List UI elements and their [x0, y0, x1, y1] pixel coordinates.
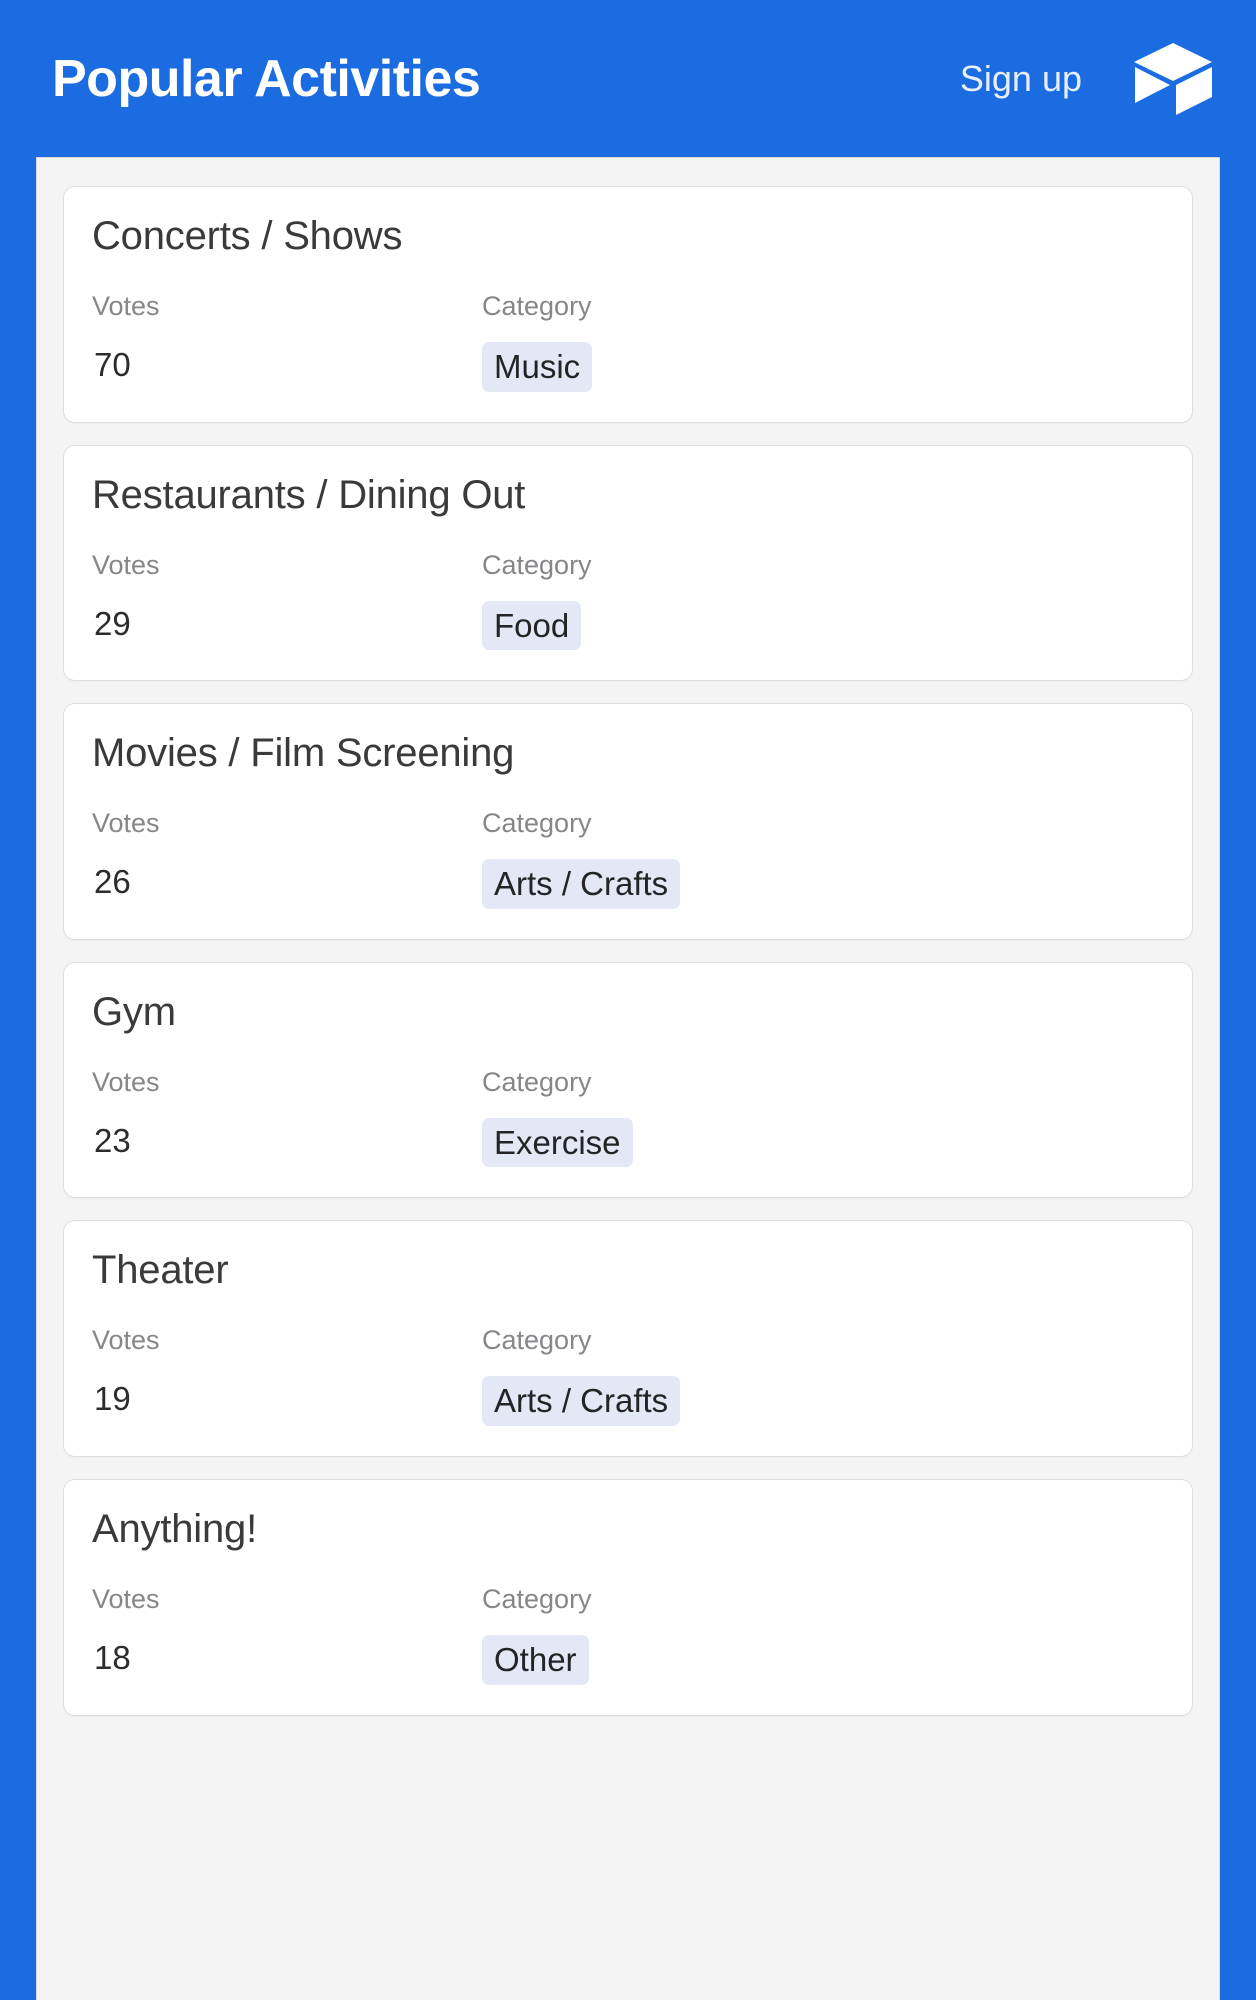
category-field: Category Other — [482, 1583, 1164, 1685]
category-badge: Other — [482, 1634, 589, 1685]
page-title: Popular Activities — [52, 49, 481, 108]
category-badge: Food — [482, 600, 582, 651]
sign-up-button[interactable]: Sign up — [960, 60, 1082, 97]
category-label: Category — [482, 1325, 592, 1356]
votes-field: Votes 26 — [92, 810, 482, 905]
activity-card[interactable]: Movies / Film Screening Votes 26 Categor… — [63, 703, 1193, 940]
votes-value: 70 — [94, 346, 131, 383]
category-label: Category — [482, 808, 592, 839]
votes-label: Votes — [92, 1066, 160, 1097]
votes-field: Votes 19 — [92, 1327, 482, 1422]
app-header: Popular Activities Sign up — [0, 0, 1256, 157]
category-label: Category — [482, 1066, 592, 1097]
votes-field: Votes 23 — [92, 1066, 482, 1164]
votes-label: Votes — [92, 808, 160, 839]
votes-value: 18 — [94, 1638, 131, 1676]
category-label: Category — [482, 549, 592, 580]
category-badge: Exercise — [482, 1117, 633, 1168]
votes-label: Votes — [92, 1583, 160, 1614]
activity-card[interactable]: Concerts / Shows Votes 70 Category Music — [63, 186, 1193, 423]
activity-title: Restaurants / Dining Out — [92, 472, 526, 517]
activity-card[interactable]: Anything! Votes 18 Category Other — [63, 1478, 1193, 1716]
activity-list-panel: Concerts / Shows Votes 70 Category Music… — [36, 157, 1220, 2000]
category-label: Category — [482, 1583, 592, 1614]
votes-field: Votes 70 — [92, 293, 482, 388]
content-area: Concerts / Shows Votes 70 Category Music… — [0, 157, 1256, 2000]
activity-title: Movies / Film Screening — [92, 731, 515, 776]
votes-label: Votes — [92, 1325, 160, 1356]
category-field: Category Food — [482, 549, 1164, 651]
votes-field: Votes 18 — [92, 1583, 482, 1681]
category-field: Category Exercise — [482, 1066, 1164, 1168]
votes-label: Votes — [92, 549, 160, 580]
activity-title: Concerts / Shows — [92, 214, 403, 258]
activity-fields: Votes 18 Category Other — [92, 1583, 1164, 1685]
activity-title: Anything! — [92, 1506, 257, 1551]
activity-card[interactable]: Gym Votes 23 Category Exercise — [63, 961, 1193, 1199]
activity-fields: Votes 23 Category Exercise — [92, 1066, 1164, 1168]
votes-value: 19 — [94, 1380, 131, 1418]
activity-fields: Votes 19 Category Arts / Crafts — [92, 1327, 1164, 1426]
category-badge: Arts / Crafts — [482, 1376, 681, 1426]
votes-field: Votes 29 — [92, 549, 482, 647]
votes-label: Votes — [92, 291, 160, 321]
activity-card[interactable]: Restaurants / Dining Out Votes 29 Catego… — [63, 444, 1193, 682]
category-label: Category — [482, 291, 592, 321]
activity-fields: Votes 29 Category Food — [92, 549, 1164, 651]
activity-title: Gym — [92, 989, 176, 1034]
category-field: Category Arts / Crafts — [482, 810, 1164, 909]
category-field: Category Arts / Crafts — [482, 1327, 1164, 1426]
activity-fields: Votes 26 Category Arts / Crafts — [92, 810, 1164, 909]
category-field: Category Music — [482, 293, 1164, 392]
app-root: Popular Activities Sign up Concerts / Sh… — [0, 0, 1256, 2000]
cube-play-logo-icon[interactable] — [1130, 40, 1216, 118]
votes-value: 26 — [94, 863, 131, 901]
activity-fields: Votes 70 Category Music — [92, 293, 1164, 392]
activity-card[interactable]: Theater Votes 19 Category Arts / Crafts — [63, 1220, 1193, 1457]
category-badge: Arts / Crafts — [482, 859, 681, 909]
category-badge: Music — [482, 342, 593, 392]
votes-value: 23 — [94, 1121, 131, 1159]
activity-title: Theater — [92, 1248, 229, 1293]
votes-value: 29 — [94, 604, 131, 642]
